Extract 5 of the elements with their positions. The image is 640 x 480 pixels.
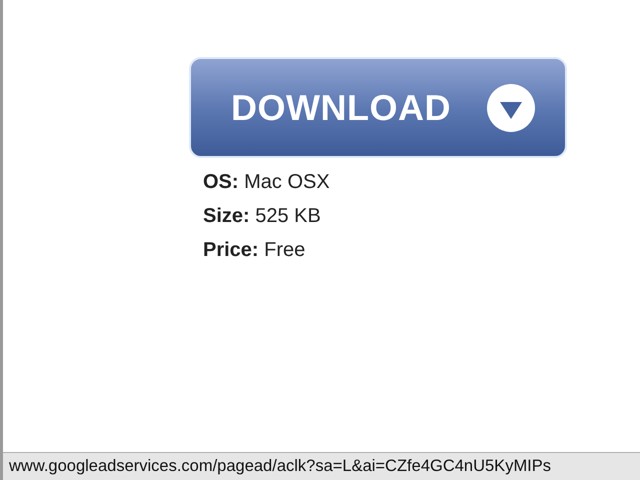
detail-text: Price: Free (203, 238, 306, 263)
detail-text: Size: 525 KB (203, 204, 322, 229)
status-url: www.googleadservices.com/pagead/aclk?sa=L&ai=CZfe4GC4nU5KyMIPs (9, 457, 552, 476)
detail-text: OS: Mac OSX (203, 170, 331, 195)
download-button[interactable]: DOWNLOAD (189, 57, 567, 158)
